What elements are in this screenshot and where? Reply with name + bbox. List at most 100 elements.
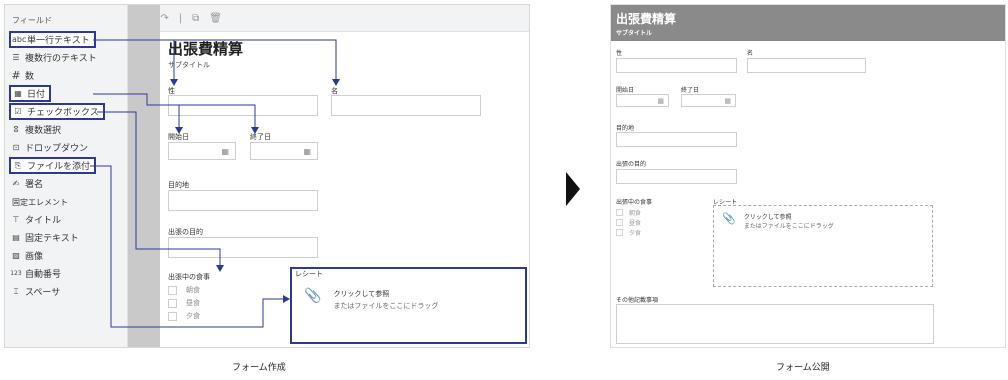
palette-item-dropdown[interactable]: ⊡ ドロップダウン xyxy=(10,139,88,156)
palette-label: 複数行のテキスト xyxy=(25,54,97,64)
palette-label: 数 xyxy=(25,72,35,82)
title-icon: ⊤ xyxy=(12,215,20,224)
palette-label: 複数選択 xyxy=(25,126,62,136)
meal-checkbox-lunch[interactable]: 昼食 xyxy=(168,298,200,308)
published-caption: フォーム公開 xyxy=(776,363,830,373)
palette-item-multi-line-text[interactable]: ☰ 複数行のテキスト xyxy=(10,49,97,66)
trash-icon[interactable]: 🗑 xyxy=(209,13,222,24)
builder-caption: フォーム作成 xyxy=(232,363,286,373)
receipt-browse-text: クリックして参照 xyxy=(333,290,390,298)
p-destination-label: 目的地 xyxy=(616,125,635,132)
p-end-date-field[interactable]: ▦ xyxy=(681,94,736,107)
purpose-field[interactable] xyxy=(168,237,318,258)
palette-item-number[interactable]: # 数 xyxy=(10,67,34,84)
form-builder-panel: フィールド abc 単一行テキスト ☰ 複数行のテキスト # 数 ▦ 日付 ☑ … xyxy=(4,4,530,348)
p-destination-field[interactable] xyxy=(616,132,737,147)
signature-icon: ✍ xyxy=(12,179,20,188)
p-first-name-label: 名 xyxy=(747,50,754,57)
purpose-label: 出張の目的 xyxy=(168,228,203,236)
calendar-icon: ▦ xyxy=(14,89,22,98)
start-date-label: 開始日 xyxy=(168,133,189,141)
p-purpose-field[interactable] xyxy=(616,169,737,184)
multi-select-icon: ⵓ xyxy=(13,125,19,134)
p-purpose-label: 出張の目的 xyxy=(616,161,647,168)
attach-file-icon: ⎘ xyxy=(14,160,22,170)
form-title[interactable]: 出張費精算 xyxy=(168,38,243,59)
fixed-elements-heading: 固定エレメント xyxy=(12,198,68,207)
destination-label: 目的地 xyxy=(168,181,189,189)
paperclip-icon: 📎 xyxy=(722,212,736,225)
lines-icon: ☰ xyxy=(12,53,20,62)
meals-label: 出張中の食事 xyxy=(168,273,210,281)
palette-item-multi-select[interactable]: ⵓ 複数選択 xyxy=(10,121,61,138)
start-date-field[interactable]: ▦ xyxy=(168,142,236,160)
p-meal-checkbox-breakfast[interactable]: 朝食 xyxy=(616,208,641,217)
builder-toolbar: ↶ ↷ | ⧉ 🗑 xyxy=(128,5,529,32)
end-date-field[interactable]: ▦ xyxy=(250,142,318,160)
paperclip-icon: 📎 xyxy=(304,288,322,304)
calendar-icon: ▦ xyxy=(221,147,229,156)
receipt-upload-field[interactable]: レシート 📎 クリックして参照 またはファイルをここにドラッグ xyxy=(290,267,527,344)
copy-icon[interactable]: ⧉ xyxy=(192,13,199,24)
p-notes-field[interactable] xyxy=(616,304,934,344)
published-form-title: 出張費精算 xyxy=(616,12,677,26)
palette-label: ファイルを添付 xyxy=(27,162,91,172)
text-block-icon: ▤ xyxy=(12,233,20,242)
palette-item-auto-number[interactable]: 123 自動番号 xyxy=(10,265,61,282)
palette-item-fixed-text[interactable]: ▤ 固定テキスト xyxy=(10,229,79,246)
canvas-gutter xyxy=(128,5,160,347)
spacer-icon: ⌶ xyxy=(13,286,19,296)
p-start-date-field[interactable]: ▦ xyxy=(616,94,669,107)
hash-icon: # xyxy=(11,69,21,82)
receipt-drag-text: またはファイルをここにドラッグ xyxy=(333,302,439,310)
calendar-icon: ▦ xyxy=(303,147,311,156)
p-last-name-label: 性 xyxy=(616,50,623,57)
checkbox-icon: ☑ xyxy=(14,107,22,116)
palette-label: 画像 xyxy=(25,252,44,262)
calendar-icon: ▦ xyxy=(657,97,664,105)
first-name-field[interactable] xyxy=(331,95,481,116)
end-date-label: 終了日 xyxy=(250,133,271,141)
palette-item-spacer[interactable]: ⌶ スペーサ xyxy=(10,283,61,300)
redo-icon[interactable]: ↷ xyxy=(160,13,168,24)
p-receipt-drag-text: またはファイルをここにドラッグ xyxy=(743,223,834,230)
auto-number-icon: 123 xyxy=(10,270,22,277)
palette-item-signature[interactable]: ✍ 署名 xyxy=(10,175,43,192)
p-last-name-field[interactable] xyxy=(616,58,737,73)
palette-item-date[interactable]: ▦ 日付 xyxy=(9,85,52,102)
meal-checkbox-dinner[interactable]: 夕食 xyxy=(168,311,200,321)
p-receipt-upload-field[interactable]: 📎 クリックして参照 またはファイルをここにドラッグ xyxy=(713,205,933,287)
p-notes-label: その他記載事項 xyxy=(616,297,659,304)
p-first-name-field[interactable] xyxy=(747,58,866,73)
p-meal-checkbox-lunch[interactable]: 昼食 xyxy=(616,218,641,227)
meal-checkbox-breakfast[interactable]: 朝食 xyxy=(168,285,200,295)
palette-item-file-attach[interactable]: ⎘ ファイルを添付 xyxy=(9,157,97,174)
image-icon: ▨ xyxy=(12,251,20,260)
palette-label: 署名 xyxy=(25,180,44,190)
published-form-header: 出張費精算 サブタイトル xyxy=(611,5,1005,41)
palette-label: 自動番号 xyxy=(25,270,62,280)
sidebar-title: フィールド xyxy=(12,16,52,25)
palette-label: タイトル xyxy=(25,216,62,226)
published-form-subtitle: サブタイトル xyxy=(616,30,653,37)
form-subtitle[interactable]: サブタイトル xyxy=(168,60,210,70)
palette-label: チェックボックス xyxy=(27,108,99,118)
p-end-date-label: 終了日 xyxy=(681,87,700,94)
palette-item-checkbox[interactable]: ☑ チェックボックス xyxy=(9,103,105,120)
p-meal-checkbox-dinner[interactable]: 夕食 xyxy=(616,228,641,237)
last-name-field[interactable] xyxy=(168,95,318,116)
palette-label: スペーサ xyxy=(25,288,61,298)
palette-item-image[interactable]: ▨ 画像 xyxy=(10,247,43,264)
p-start-date-label: 開始日 xyxy=(616,87,635,94)
calendar-icon: ▦ xyxy=(724,97,731,105)
abc-icon: abc xyxy=(12,35,27,44)
receipt-label: レシート xyxy=(295,270,323,278)
palette-label: 日付 xyxy=(27,90,46,100)
p-receipt-browse-text: クリックして参照 xyxy=(743,214,792,221)
dropdown-icon: ⊡ xyxy=(12,143,20,152)
palette-item-single-line-text[interactable]: abc 単一行テキスト xyxy=(9,31,96,48)
palette-item-title[interactable]: ⊤ タイトル xyxy=(10,211,62,228)
destination-field[interactable] xyxy=(168,190,318,211)
field-palette-sidebar: フィールド abc 単一行テキスト ☰ 複数行のテキスト # 数 ▦ 日付 ☑ … xyxy=(5,5,128,347)
palette-label: ドロップダウン xyxy=(25,144,89,154)
